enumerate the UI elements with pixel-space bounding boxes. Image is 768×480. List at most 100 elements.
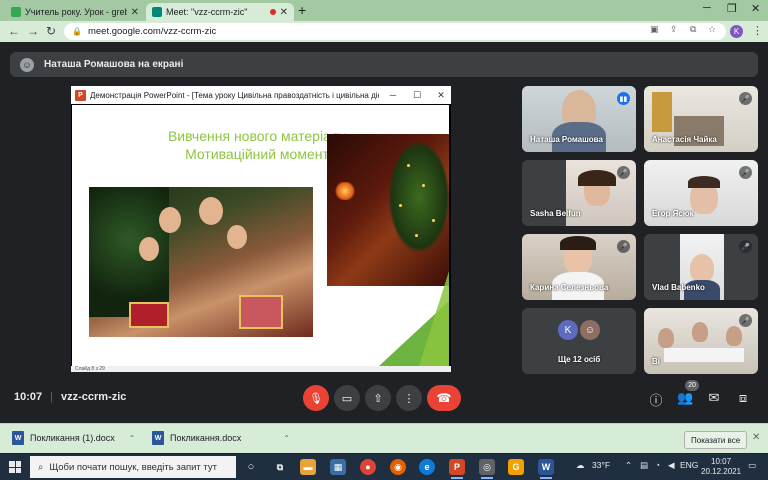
fireplace-flame bbox=[335, 182, 355, 200]
powerpoint-icon: P bbox=[75, 89, 86, 101]
weather-icon[interactable]: ☁ bbox=[576, 460, 585, 471]
show-all-button[interactable]: Показати все bbox=[684, 431, 748, 449]
firefox-icon[interactable]: ◉ bbox=[390, 459, 406, 475]
leave-call-button[interactable]: ☎ bbox=[427, 385, 461, 411]
tab-meet[interactable]: Meet: "vzz-ccrm-zic" ✕ bbox=[146, 3, 294, 21]
people-icon[interactable]: 👥 bbox=[677, 390, 693, 406]
tab-title: Учитель року. Урок - grebench bbox=[25, 7, 127, 17]
participant-tile[interactable]: 🎤 Vlad Babenko bbox=[644, 234, 758, 300]
reload-icon[interactable]: ↻ bbox=[46, 24, 56, 38]
favicon-icon bbox=[11, 7, 21, 17]
cast-icon[interactable]: ⧉ bbox=[690, 24, 696, 35]
participant-tile[interactable]: 🎤 Егор Ясюк bbox=[644, 160, 758, 226]
browser-toolbar: ← → ↻ 🔒 meet.google.com/vzz-ccrm-zic ▣ ⇪… bbox=[0, 21, 768, 42]
participant-name: Анастасія Чайка bbox=[652, 135, 717, 144]
participant-tile[interactable]: 🎤 Sasha Belfun bbox=[522, 160, 636, 226]
chevron-up-icon[interactable]: ⌃ bbox=[129, 434, 136, 443]
mic-off-icon: 🎤 bbox=[739, 166, 752, 179]
url-text: meet.google.com/vzz-ccrm-zic bbox=[87, 26, 217, 37]
present-screen-button[interactable]: ⇧ bbox=[365, 385, 391, 411]
participant-name: Sasha Belfun bbox=[530, 209, 581, 218]
camera-toggle-button[interactable]: ▭ bbox=[334, 385, 360, 411]
more-options-button[interactable]: ⋮ bbox=[396, 385, 422, 411]
speaking-indicator-icon: ▮▮ bbox=[617, 92, 630, 105]
tab-teacher-of-year[interactable]: Учитель року. Урок - grebench ✕ bbox=[5, 3, 145, 21]
taskbar-clock[interactable]: 10:07 20.12.2021 bbox=[701, 457, 741, 477]
bookmark-star-icon[interactable]: ☆ bbox=[708, 24, 716, 35]
presenter-avatar: ☺ bbox=[20, 57, 34, 72]
download-filename: Покликання (1).docx bbox=[30, 433, 115, 443]
new-tab-button[interactable]: + bbox=[298, 2, 306, 18]
person-hair bbox=[560, 236, 596, 250]
participant-tile[interactable]: 🎤 Карина Селезньова bbox=[522, 234, 636, 300]
participant-count-badge: 20 bbox=[685, 380, 699, 391]
person-face bbox=[199, 197, 223, 225]
edge-icon[interactable]: e bbox=[419, 459, 435, 475]
lock-icon: 🔒 bbox=[72, 27, 82, 36]
participant-tile[interactable]: 🎤 Анастасія Чайка bbox=[644, 86, 758, 152]
participant-name: Vlad Babenko bbox=[652, 283, 705, 292]
mic-off-icon: 🎤 bbox=[617, 166, 630, 179]
volume-icon[interactable]: ◀ bbox=[668, 460, 675, 471]
christmas-tree-shape bbox=[389, 142, 449, 252]
activities-icon[interactable]: ⧈ bbox=[735, 390, 751, 406]
participant-tile[interactable]: 🎤 Ві bbox=[644, 308, 758, 374]
language-indicator[interactable]: ENG bbox=[680, 460, 698, 470]
close-icon[interactable]: ✕ bbox=[280, 7, 288, 18]
meeting-info: 10:07 | vzz-ccrm-zic bbox=[14, 391, 126, 403]
chevron-up-icon[interactable]: ⌃ bbox=[283, 434, 290, 443]
participant-name: Наташа Ромашова bbox=[530, 135, 603, 144]
notifications-icon[interactable]: ▭ bbox=[748, 460, 756, 471]
more-participants-tile[interactable]: K ☺ Ще 12 осіб bbox=[522, 308, 636, 374]
download-item[interactable]: W Покликання.docx ⌃ bbox=[152, 431, 290, 445]
window-close-icon[interactable]: ✕ bbox=[751, 2, 760, 15]
task-view-icon[interactable]: ○ bbox=[243, 459, 259, 475]
task-switch-icon[interactable]: ⧉ bbox=[272, 459, 288, 475]
profile-avatar[interactable]: K bbox=[730, 25, 743, 38]
weather-temp[interactable]: 33°F bbox=[592, 460, 610, 470]
info-icon[interactable]: ⓘ bbox=[648, 390, 664, 409]
person-face bbox=[692, 322, 708, 342]
tray-chevron-icon[interactable]: ⌃ bbox=[625, 460, 632, 471]
back-icon[interactable]: ← bbox=[8, 24, 20, 38]
download-item[interactable]: W Покликання (1).docx ⌃ bbox=[12, 431, 135, 445]
participant-tile[interactable]: ▮▮ Наташа Ромашова bbox=[522, 86, 636, 152]
person-face bbox=[726, 326, 742, 346]
mic-toggle-button[interactable]: 🎙 bbox=[303, 385, 329, 411]
more-avatars: K ☺ bbox=[558, 320, 600, 340]
mic-off-icon: 🎤 bbox=[739, 314, 752, 327]
chrome-meet-taskbar-icon[interactable]: ◎ bbox=[479, 459, 495, 479]
chat-icon[interactable]: ✉ bbox=[706, 390, 722, 406]
taskbar-search-box[interactable]: ⌕ Щоби почати пошук, введіть запит тут bbox=[30, 456, 236, 478]
tree-light bbox=[432, 219, 435, 222]
powerpoint-taskbar-icon[interactable]: P bbox=[449, 459, 465, 479]
camera-indicator-icon[interactable]: ▣ bbox=[650, 24, 659, 35]
slide: Вивчення нового матеріалу Мотиваційний м… bbox=[72, 105, 449, 366]
close-icon[interactable]: ✕ bbox=[131, 7, 139, 18]
app-taskbar-icon[interactable]: G bbox=[508, 459, 524, 475]
tree-light bbox=[399, 204, 402, 207]
word-doc-icon: W bbox=[12, 431, 24, 445]
word-taskbar-icon[interactable]: W bbox=[538, 459, 554, 479]
network-icon[interactable]: ▤ bbox=[640, 460, 648, 471]
slide-status-bar: Слайд 8 з 29 bbox=[71, 366, 451, 372]
maximize-icon[interactable]: ❐ bbox=[727, 2, 737, 15]
gift-box bbox=[239, 295, 283, 329]
chrome-icon[interactable]: ● bbox=[360, 459, 376, 475]
presentation-window[interactable]: P Демонстрація PowerPoint - [Тема уроку … bbox=[71, 86, 451, 372]
address-bar[interactable]: 🔒 meet.google.com/vzz-ccrm-zic bbox=[64, 23, 726, 40]
forward-icon[interactable]: → bbox=[27, 24, 39, 38]
start-button[interactable] bbox=[9, 461, 21, 473]
file-explorer-icon[interactable]: ▬ bbox=[300, 459, 316, 475]
share-icon[interactable]: ⇪ bbox=[670, 24, 678, 35]
shelf-shape bbox=[652, 92, 672, 132]
tree-light bbox=[415, 234, 418, 237]
download-filename: Покликання.docx bbox=[170, 433, 242, 443]
minimize-icon[interactable]: ─ bbox=[703, 2, 711, 14]
wifi-icon[interactable]: ◔ bbox=[655, 460, 660, 470]
browser-menu-icon[interactable]: ⋮ bbox=[752, 24, 763, 37]
store-icon[interactable]: ▦ bbox=[330, 459, 346, 475]
tab-title: Meet: "vzz-ccrm-zic" bbox=[166, 7, 248, 17]
close-icon[interactable]: ✕ bbox=[752, 432, 760, 443]
fireplace-tree-photo bbox=[327, 134, 449, 286]
